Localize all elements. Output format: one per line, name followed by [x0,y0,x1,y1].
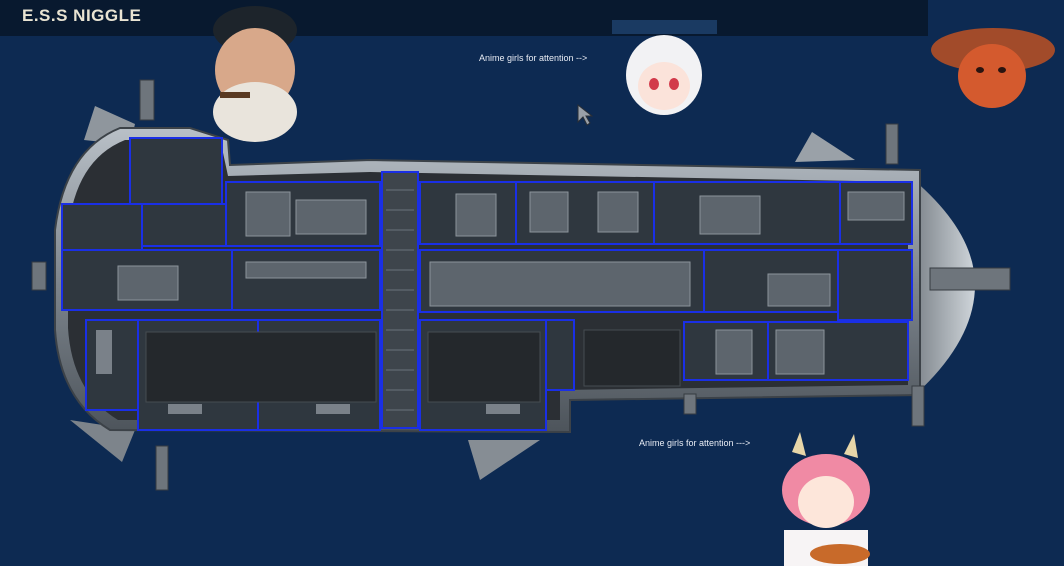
mouse-cursor-icon [577,104,593,126]
front-turret [929,267,1011,291]
room-upper-aft [61,203,143,251]
sea-captain-portrait [213,6,297,142]
room-upper-1 [141,203,227,247]
top-front-fin [795,132,855,162]
anime-girl-white-hair-portrait [612,20,717,115]
room-lower-4 [545,319,575,391]
submarine-blueprint [31,79,1011,491]
bottom-mid-fin [468,440,540,480]
boy-with-hat-portrait [931,28,1055,108]
aft-propeller [31,261,47,291]
room-mid-1 [231,249,381,311]
caption-top: Anime girls for attention --> [479,53,588,63]
caption-bottom: Anime girls for attention ---> [639,438,751,448]
room-conning-tower [129,137,223,205]
room-mid-4 [837,249,913,321]
anime-girl-pink-hair-portrait [782,432,870,566]
